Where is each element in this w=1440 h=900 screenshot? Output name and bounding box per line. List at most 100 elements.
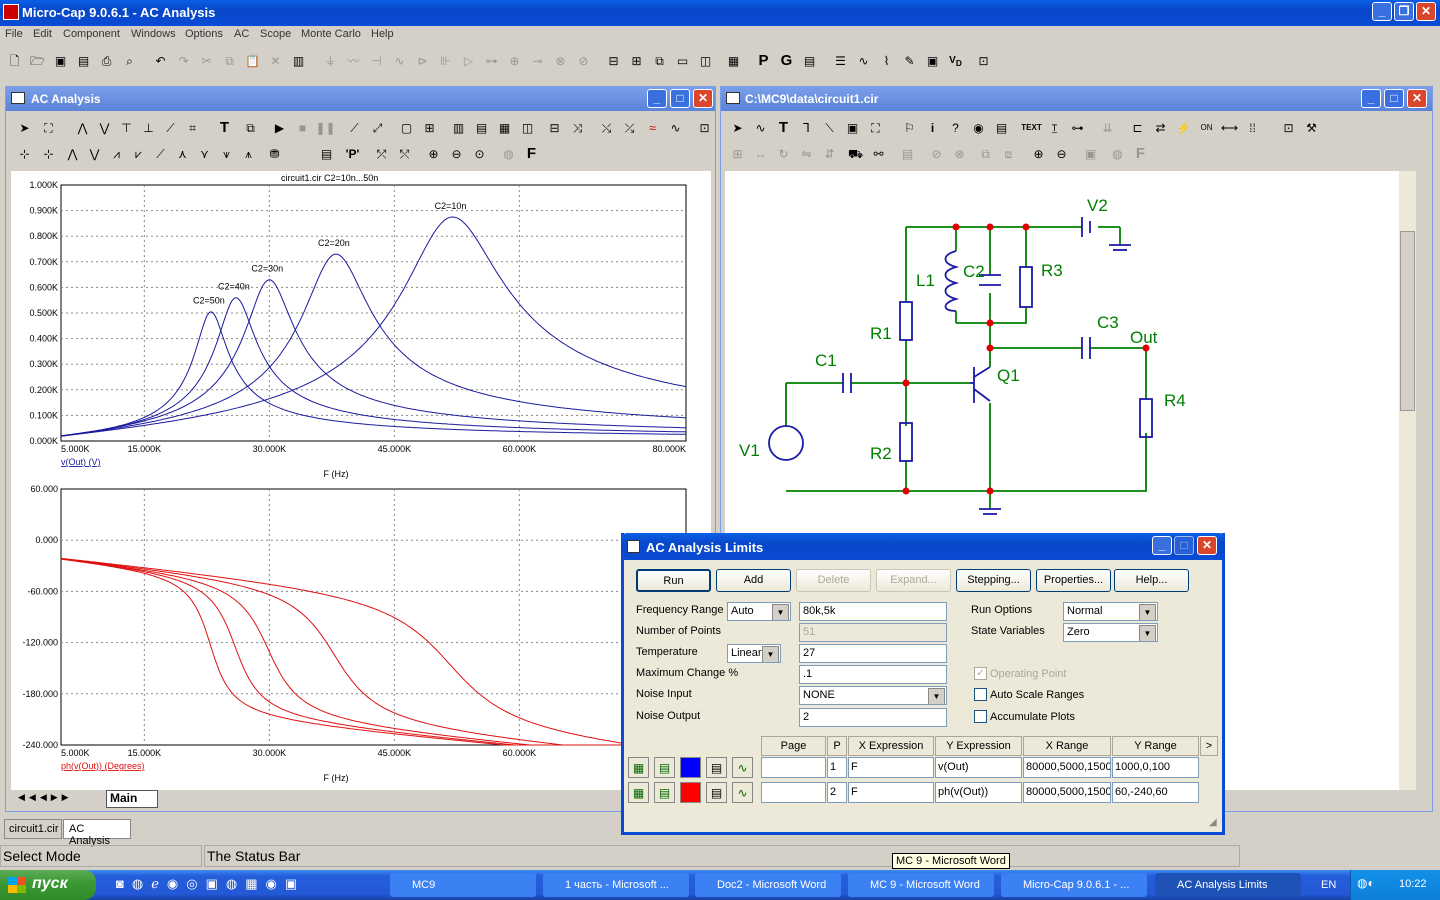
maximize-icon[interactable]: □ [1174, 536, 1194, 555]
x-expression-cell[interactable]: F [848, 782, 934, 803]
paste-icon[interactable]: 📋 [242, 51, 263, 72]
power-icon[interactable]: ⚡ [1173, 118, 1194, 139]
opamp-icon[interactable]: ▷ [458, 51, 479, 72]
minor-grid-icon[interactable]: ▦ [494, 118, 515, 139]
chip-icon[interactable]: ▣ [922, 51, 943, 72]
language-indicator[interactable]: EN [1321, 879, 1336, 891]
valley-icon[interactable]: ⋁ [94, 118, 115, 139]
horizontal-grid-icon[interactable]: ▤ [471, 118, 492, 139]
taskbar-item-doc2[interactable]: Doc2 - Microsoft Word [695, 873, 841, 897]
stop-icon[interactable]: ■ [292, 118, 313, 139]
plot-grid-icon[interactable]: ▦ [628, 757, 649, 778]
diagonal-wire-icon[interactable]: ⟍ [819, 118, 840, 139]
state-variables-select[interactable]: Zero [1063, 623, 1158, 642]
next-peak-icon[interactable]: ⋀ [62, 144, 83, 165]
frequency-mode-select[interactable]: Auto [727, 602, 791, 621]
mirror-icon[interactable]: ⇵ [819, 144, 840, 165]
zoom-fit-icon[interactable]: ⊙ [469, 144, 490, 165]
properties-icon[interactable]: ⊡ [694, 118, 715, 139]
p-cell[interactable]: 2 [827, 782, 847, 803]
new-file-icon[interactable]: 🗋 [4, 51, 25, 72]
data-points-icon[interactable]: ⛃ [264, 144, 285, 165]
run-icon[interactable]: ▶ [269, 118, 290, 139]
battery-icon[interactable]: ⊪ [435, 51, 456, 72]
swap-icon[interactable]: ⇄ [1150, 118, 1171, 139]
cascade-icon[interactable]: ⧉ [649, 51, 670, 72]
run-options-select[interactable]: Normal [1063, 602, 1158, 621]
frame-icon[interactable]: ⊡ [1278, 118, 1299, 139]
node-numbers-icon[interactable]: T̲ [1044, 118, 1065, 139]
cancel-circle-icon[interactable]: ⊗ [949, 144, 970, 165]
image-icon[interactable]: ⊡ [973, 51, 994, 72]
next-low-icon[interactable]: ⩗ [128, 144, 149, 165]
taskbar-item-mc9-word[interactable]: MC 9 - Microsoft Word [848, 873, 994, 897]
menu-file[interactable]: File [5, 28, 23, 40]
pin-icon[interactable]: ⊘ [573, 51, 594, 72]
grid-toggle-icon[interactable]: ⊞ [419, 118, 440, 139]
curve-icon[interactable]: ∿ [732, 757, 753, 778]
plot-icon[interactable]: ⌇ [876, 51, 897, 72]
menu-scope[interactable]: Scope [260, 28, 291, 40]
menu-options[interactable]: Options [185, 28, 223, 40]
frequency-range-input[interactable]: 80k,5k [799, 602, 947, 621]
scroll-thumb[interactable] [1400, 231, 1415, 411]
global-low-icon[interactable]: ⩛ [216, 144, 237, 165]
pause-icon[interactable]: ❚❚ [315, 118, 336, 139]
bus-icon[interactable]: ▣ [842, 118, 863, 139]
page-icon[interactable]: ▤ [991, 118, 1012, 139]
diode-icon[interactable]: ⊳ [412, 51, 433, 72]
zoom-out-icon[interactable]: ⊖ [446, 144, 467, 165]
globe-icon[interactable]: ◍ [1107, 144, 1128, 165]
menu-component[interactable]: Component [63, 28, 120, 40]
source-icon[interactable]: ⊕ [504, 51, 525, 72]
scale-icon[interactable]: ⛶ [38, 118, 59, 139]
select-arrow-icon[interactable]: ➤ [727, 118, 748, 139]
rotate-icon[interactable]: ↻ [773, 144, 794, 165]
window-icon[interactable]: ▭ [672, 51, 693, 72]
delete-button[interactable]: Delete [796, 569, 871, 592]
frame-icon[interactable]: ▢ [396, 118, 417, 139]
pen-icon[interactable]: ✎ [899, 51, 920, 72]
font-icon[interactable]: F [1130, 144, 1151, 165]
x-range-cell[interactable]: 80000,5000,1500 [1023, 782, 1111, 803]
numeric-output-icon[interactable]: ▤ [706, 782, 727, 803]
grid-dots-icon[interactable]: ⁞⁞ [1242, 118, 1263, 139]
schematic-icon[interactable] [726, 92, 740, 104]
vertical-scrollbar[interactable] [1399, 171, 1416, 790]
temperature-mode-select[interactable]: Linear [727, 644, 781, 663]
tools-icon[interactable]: ⚒ [1301, 118, 1322, 139]
slope-cursor-icon[interactable]: ⟋ [150, 144, 171, 165]
add-button[interactable]: Add [716, 569, 791, 592]
shapes-icon[interactable]: ⛶ [865, 118, 886, 139]
group-icon[interactable]: ⧉ [975, 144, 996, 165]
x-expression-cell[interactable]: F [848, 757, 934, 778]
taskbar-item-word-part1[interactable]: 1 часть - Microsoft ... [543, 873, 689, 897]
run-button[interactable]: Run [636, 569, 711, 592]
p-bracket-icon[interactable]: 'P' [342, 144, 363, 165]
stepping-button[interactable]: Stepping... [956, 569, 1031, 592]
dense-grid-icon[interactable]: ▥ [448, 118, 469, 139]
plot-style-icon[interactable]: ▤ [654, 757, 675, 778]
font-icon[interactable]: F [521, 144, 542, 165]
global-high-icon[interactable]: ⋎ [194, 144, 215, 165]
auto-scale-ranges-checkbox[interactable] [974, 688, 987, 701]
zoom-in-icon[interactable]: ⊕ [423, 144, 444, 165]
plot-style-icon[interactable]: ▤ [654, 782, 675, 803]
header-more[interactable]: > [1200, 736, 1218, 756]
align-icon[interactable]: ⊞ [727, 144, 748, 165]
p-icon[interactable]: P [753, 51, 774, 72]
temperature-input[interactable]: 27 [799, 644, 947, 663]
same-x-icon[interactable]: ⤲ [394, 144, 415, 165]
delete-icon[interactable]: ✕ [265, 51, 286, 72]
page-cell[interactable] [761, 782, 826, 803]
cursor-mode-icon[interactable]: ⤨ [567, 118, 588, 139]
text-toggle-icon[interactable]: TEXT [1021, 118, 1042, 139]
quicklaunch-icons[interactable]: ◙◍ℯ◉◎▣◍▦◉▣ [116, 876, 346, 894]
wave-icon[interactable]: ∿ [665, 118, 686, 139]
app-icon[interactable] [3, 4, 19, 20]
maximum-change-input[interactable]: .1 [799, 665, 947, 684]
pin-connections-icon[interactable]: ⊶ [1067, 118, 1088, 139]
minimize-icon[interactable]: _ [1372, 2, 1392, 21]
ungroup-icon[interactable]: ⧈ [998, 144, 1019, 165]
cursor-left-icon[interactable]: ⊹ [14, 144, 35, 165]
